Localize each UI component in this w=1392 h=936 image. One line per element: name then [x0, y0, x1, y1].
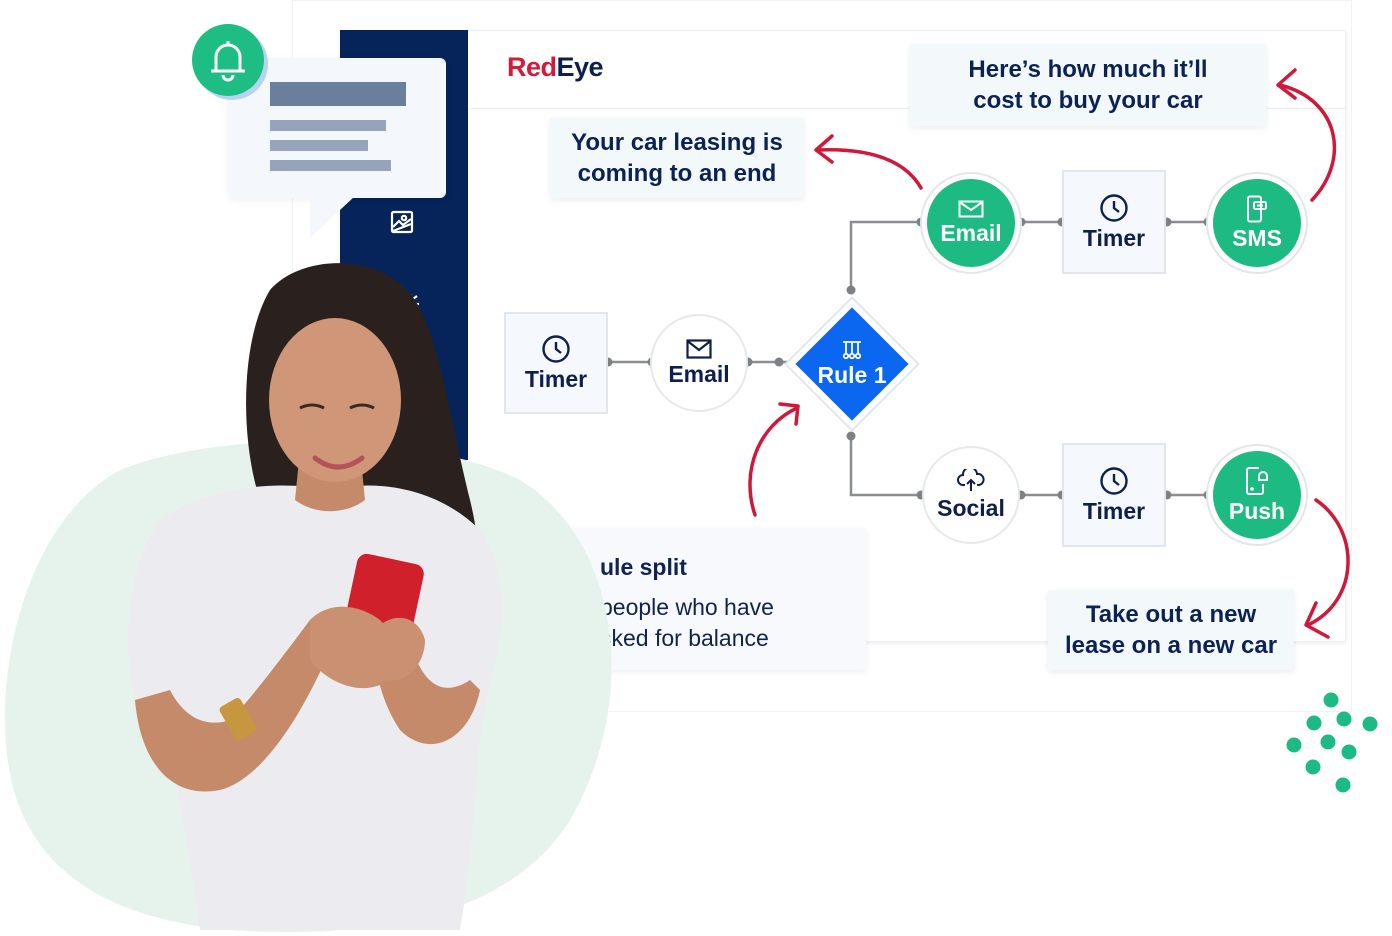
desc-line: people who have: [600, 594, 774, 620]
clock-icon: [1099, 466, 1129, 496]
arrow-head: [1276, 68, 1297, 100]
new-lease-callout: Take out a new lease on a new car: [1048, 590, 1294, 670]
decorative-dots: [1286, 692, 1378, 793]
mail-icon: [686, 338, 712, 359]
node-label: Social: [937, 494, 1005, 521]
rule-content: Rule 1: [782, 294, 922, 434]
upper-timer-node[interactable]: Timer: [1062, 170, 1166, 274]
face: [269, 318, 401, 482]
rule-split-description: people who have sked for balance: [600, 592, 774, 654]
person-illustration: [128, 263, 502, 930]
lower-timer-node[interactable]: Timer: [1062, 443, 1166, 547]
social-node[interactable]: Social: [922, 446, 1020, 544]
callout-line: Take out a new: [1085, 601, 1257, 628]
arrow-to-leasing-callout: [816, 148, 923, 190]
push-node[interactable]: Push: [1208, 446, 1306, 544]
callout-line: Here’s how much it’ll: [968, 56, 1208, 83]
callout-line: lease on a new car: [1064, 632, 1278, 659]
callout-line: cost to buy your car: [973, 87, 1203, 114]
rule-1-node[interactable]: Rule 1: [782, 294, 922, 434]
phone-message-icon: [1246, 195, 1268, 223]
arrow-to-cost-callout: [1278, 83, 1337, 202]
cloud-upload-icon: [957, 468, 985, 493]
node-label: Timer: [1082, 497, 1146, 524]
buy-cost-callout: Here’s how much it’ll cost to buy your c…: [910, 44, 1266, 126]
mail-icon: [958, 200, 984, 218]
node-label: SMS: [1232, 224, 1282, 251]
node-label: Email: [940, 219, 1002, 246]
clock-icon: [1099, 193, 1129, 223]
upper-email-node[interactable]: Email: [922, 174, 1020, 272]
node-label: Email: [668, 360, 730, 387]
start-email-node[interactable]: Email: [650, 314, 748, 412]
node-label: Rule 1: [817, 361, 887, 388]
sms-node[interactable]: SMS: [1208, 174, 1306, 272]
phone-bell-icon: [1245, 466, 1269, 496]
node-label: Timer: [1082, 224, 1146, 251]
connector-line: [849, 435, 922, 497]
node-label: Push: [1228, 497, 1286, 524]
split-rule-icon: [841, 340, 863, 360]
desc-line: sked for balance: [600, 625, 769, 651]
connector-line: [849, 220, 922, 292]
